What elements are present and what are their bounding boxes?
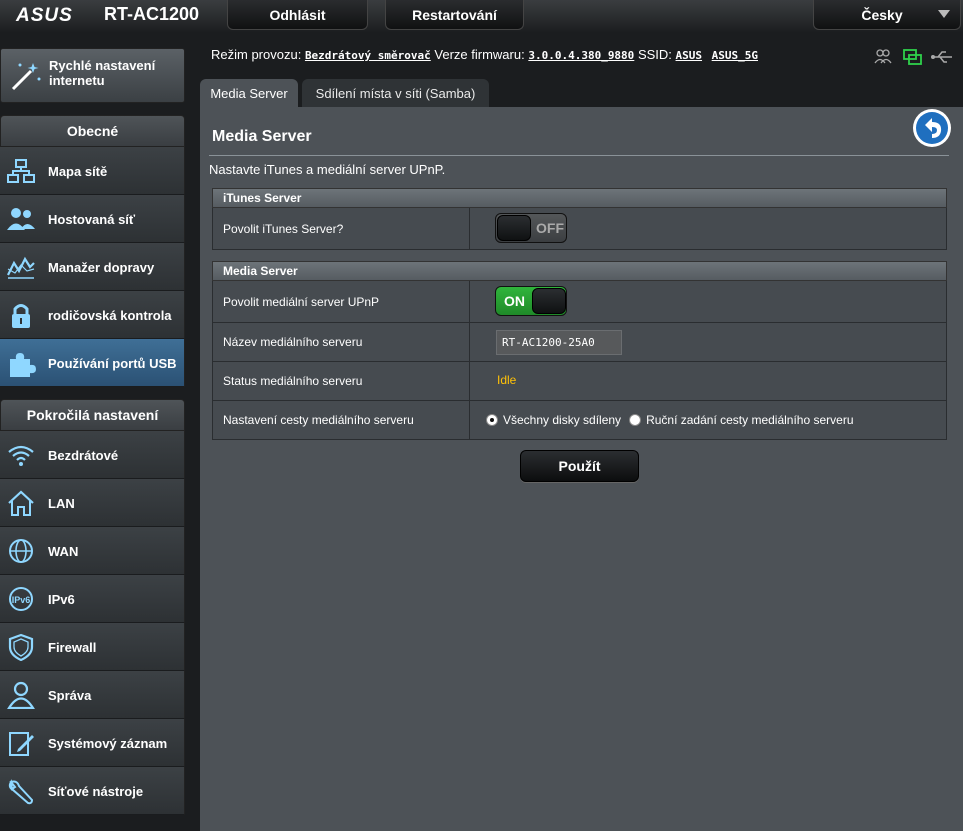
magic-wand-icon	[11, 63, 41, 91]
shield-icon	[8, 633, 34, 661]
lock-icon	[12, 304, 30, 328]
firmware-label: Verze firmwaru:	[434, 47, 525, 62]
usb-icon[interactable]	[931, 51, 952, 63]
network-map-icon	[7, 159, 35, 183]
ipv6-icon: IPv6	[9, 587, 33, 611]
network-status-icon[interactable]	[903, 49, 922, 65]
brand-logo: ASUS	[16, 5, 73, 26]
sidebar-item-ipv6[interactable]: IPv6 IPv6	[0, 575, 185, 623]
back-button[interactable]	[912, 108, 952, 148]
sidebar-item-label: LAN	[48, 495, 75, 511]
sidebar-item-label: IPv6	[48, 591, 75, 607]
status-line: Režim provozu: Bezdrátový směrovač Verze…	[211, 47, 758, 62]
sidebar-item-label: Mapa sítě	[48, 163, 108, 179]
general-section-header: Obecné	[0, 115, 185, 147]
media-enable-row: Povolit mediální server UPnP ON	[212, 281, 947, 323]
sidebar-item-administration[interactable]: Správa	[0, 671, 185, 719]
chevron-down-icon	[938, 10, 950, 18]
mode-label: Režim provozu:	[211, 47, 302, 62]
wifi-icon	[8, 445, 34, 466]
media-name-row: Název mediálního serveru RT-AC1200-25A0	[212, 323, 947, 362]
user-icon	[7, 681, 35, 709]
restart-button[interactable]: Restartování	[385, 0, 524, 30]
clients-icon[interactable]	[874, 49, 892, 64]
sidebar-item-network-tools[interactable]: Síťové nástroje	[0, 767, 185, 815]
sidebar-item-traffic-manager[interactable]: Manažer dopravy	[0, 243, 185, 291]
itunes-section-header: iTunes Server	[212, 188, 947, 208]
itunes-enable-row: Povolit iTunes Server? OFF	[212, 208, 947, 250]
sidebar-item-parental-control[interactable]: rodičovská kontrola	[0, 291, 185, 339]
sidebar-item-label: rodičovská kontrola	[48, 307, 172, 323]
sidebar-item-label: Správa	[48, 687, 92, 703]
mode-link[interactable]: Bezdrátový směrovač	[305, 49, 431, 62]
toggle-knob	[497, 215, 531, 241]
sidebar-item-label: Síťové nástroje	[48, 783, 144, 799]
media-status-label: Status mediálního serveru	[213, 362, 470, 400]
home-icon	[8, 490, 34, 516]
page-description: Nastavte iTunes a mediální server UPnP.	[209, 162, 446, 177]
sidebar-item-wan[interactable]: WAN	[0, 527, 185, 575]
sidebar-item-firewall[interactable]: Firewall	[0, 623, 185, 671]
globe-icon	[9, 539, 33, 563]
apply-button[interactable]: Použít	[520, 450, 639, 482]
tools-icon	[8, 779, 34, 805]
radio-manual-path[interactable]	[629, 414, 642, 426]
title-divider	[209, 155, 949, 156]
radio-all-disks[interactable]	[486, 414, 498, 426]
media-status-row: Status mediálního serveru Idle	[212, 362, 947, 401]
media-path-row: Nastavení cesty mediálního serveru Všech…	[212, 401, 947, 440]
sidebar-item-label: Systémový záznam	[48, 735, 168, 751]
media-status-value: Idle	[497, 373, 517, 387]
sidebar-item-network-map[interactable]: Mapa sítě	[0, 147, 185, 195]
media-path-label: Nastavení cesty mediálního serveru	[213, 401, 470, 439]
log-icon	[9, 732, 34, 756]
sidebar-item-guest-network[interactable]: Hostovaná síť	[0, 195, 185, 243]
media-name-input[interactable]: RT-AC1200-25A0	[496, 330, 622, 355]
media-enable-label: Povolit mediální server UPnP	[213, 281, 470, 322]
ssid-link-5g[interactable]: ASUS_5G	[712, 49, 758, 62]
sidebar-item-label: Manažer dopravy	[48, 259, 155, 275]
language-select[interactable]: Česky	[813, 0, 961, 30]
radio-all-disks-label[interactable]: Všechny disky sdíleny	[503, 413, 621, 427]
sidebar-item-wireless[interactable]: Bezdrátové	[0, 431, 185, 479]
quick-setup-button[interactable]: Rychlé nastavení internetu	[0, 48, 185, 103]
tab-samba[interactable]: Sdílení místa v síti (Samba)	[302, 79, 489, 108]
sidebar-item-usb-application[interactable]: Používání portů USB	[0, 339, 185, 387]
media-section-header: Media Server	[212, 261, 947, 281]
sidebar-item-system-log[interactable]: Systémový záznam	[0, 719, 185, 767]
language-value: Česky	[861, 6, 903, 23]
firmware-link[interactable]: 3.0.0.4.380_9880	[528, 49, 634, 62]
toggle-state: ON	[504, 293, 525, 309]
tab-media-server[interactable]: Media Server	[200, 79, 298, 108]
toggle-knob	[532, 288, 566, 314]
toggle-state: OFF	[536, 220, 564, 236]
sidebar-item-lan[interactable]: LAN	[0, 479, 185, 527]
logout-button[interactable]: Odhlásit	[227, 0, 368, 30]
sidebar-item-label: Bezdrátové	[48, 447, 119, 463]
guest-network-icon	[7, 208, 35, 230]
itunes-enable-label: Povolit iTunes Server?	[213, 208, 470, 249]
model-name: RT-AC1200	[104, 4, 200, 24]
puzzle-icon	[10, 353, 36, 377]
status-icons	[874, 49, 952, 65]
radio-manual-path-label[interactable]: Ruční zadání cesty mediálního serveru	[646, 413, 853, 427]
quick-setup-label: Rychlé nastavení internetu	[49, 58, 156, 88]
ssid-link-2g[interactable]: ASUS	[676, 49, 703, 62]
media-name-label: Název mediálního serveru	[213, 323, 470, 361]
ssid-label: SSID:	[637, 47, 672, 62]
sidebar-item-label: Firewall	[48, 639, 97, 655]
traffic-manager-icon	[7, 256, 35, 279]
sidebar-item-label: Používání portů USB	[48, 355, 177, 371]
page-title: Media Server	[212, 128, 312, 145]
media-enable-toggle[interactable]: ON	[495, 286, 567, 316]
sidebar-item-label: WAN	[48, 543, 79, 559]
itunes-enable-toggle[interactable]: OFF	[495, 213, 567, 243]
advanced-section-header: Pokročilá nastavení	[0, 399, 185, 431]
sidebar-item-label: Hostovaná síť	[48, 211, 136, 227]
svg-text:IPv6: IPv6	[12, 595, 31, 605]
